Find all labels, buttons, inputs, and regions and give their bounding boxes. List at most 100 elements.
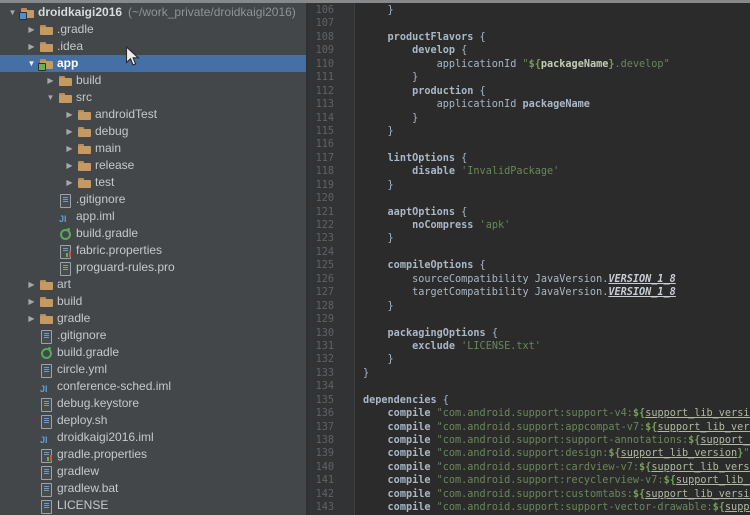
- code-line[interactable]: 116: [308, 138, 750, 151]
- tree-item-droidkaigi2016[interactable]: ▼droidkaigi2016(~/work_private/droidkaig…: [0, 4, 306, 21]
- code-editor[interactable]: 106 }107 108 productFlavors {109 develop…: [308, 3, 750, 515]
- code-text: applicationId packageName: [334, 98, 590, 111]
- code-line[interactable]: 132 }: [308, 353, 750, 366]
- code-text: noCompress 'apk': [334, 219, 510, 232]
- code-line[interactable]: 124: [308, 246, 750, 259]
- line-number: 122: [308, 219, 334, 232]
- line-number: 114: [308, 112, 334, 125]
- tree-item-gradlew-bat[interactable]: gradlew.bat: [0, 480, 306, 497]
- code-line[interactable]: 129: [308, 313, 750, 326]
- code-line[interactable]: 141 compile "com.android.support:recycle…: [308, 474, 750, 487]
- code-line[interactable]: 117 lintOptions {: [308, 152, 750, 165]
- chevron-right-icon[interactable]: ▶: [23, 276, 40, 293]
- tree-item-release[interactable]: ▶release: [0, 157, 306, 174]
- code-line[interactable]: 136 compile "com.android.support:support…: [308, 407, 750, 420]
- code-line[interactable]: 126 sourceCompatibility JavaVersion.VERS…: [308, 273, 750, 286]
- tree-item-label: .gitignore: [76, 191, 125, 208]
- code-line[interactable]: 134: [308, 380, 750, 393]
- code-text: compile "com.android.support:support-v4:…: [334, 407, 750, 420]
- file-icon: [40, 465, 53, 479]
- folder-icon: [40, 40, 53, 54]
- tree-item-gradle[interactable]: ▶gradle: [0, 310, 306, 327]
- code-line[interactable]: 111 }: [308, 71, 750, 84]
- code-line[interactable]: 112 production {: [308, 85, 750, 98]
- chevron-right-icon[interactable]: ▶: [23, 38, 40, 55]
- code-line[interactable]: 106 }: [308, 4, 750, 17]
- code-line[interactable]: 135dependencies {: [308, 394, 750, 407]
- code-line[interactable]: 139 compile "com.android.support:design:…: [308, 447, 750, 460]
- code-line[interactable]: 107: [308, 17, 750, 30]
- tree-item-label: deploy.sh: [57, 412, 107, 429]
- chevron-right-icon[interactable]: ▶: [23, 21, 40, 38]
- chevron-right-icon[interactable]: ▶: [61, 123, 78, 140]
- tree-item-art[interactable]: ▶art: [0, 276, 306, 293]
- code-line[interactable]: 131 exclude 'LICENSE.txt': [308, 340, 750, 353]
- code-line[interactable]: 108 productFlavors {: [308, 31, 750, 44]
- chevron-right-icon[interactable]: ▶: [42, 72, 59, 89]
- code-line[interactable]: 119 }: [308, 179, 750, 192]
- chevron-right-icon[interactable]: ▶: [61, 106, 78, 123]
- tree-item-gitignore[interactable]: .gitignore: [0, 327, 306, 344]
- tree-item-droidkaigi2016-iml[interactable]: JIdroidkaigi2016.iml: [0, 429, 306, 446]
- tree-item-app-iml[interactable]: JIapp.iml: [0, 208, 306, 225]
- line-number: 106: [308, 4, 334, 17]
- tree-item-build[interactable]: ▶build: [0, 293, 306, 310]
- code-line[interactable]: 121 aaptOptions {: [308, 206, 750, 219]
- tree-item-gradle[interactable]: ▶.gradle: [0, 21, 306, 38]
- tree-item-debug[interactable]: ▶debug: [0, 123, 306, 140]
- code-line[interactable]: 130 packagingOptions {: [308, 327, 750, 340]
- code-text: packagingOptions {: [334, 327, 498, 340]
- tree-item-fabric-properties[interactable]: fabric.properties: [0, 242, 306, 259]
- tree-item-build-gradle[interactable]: build.gradle: [0, 344, 306, 361]
- code-line[interactable]: 110 applicationId "${packageName}.develo…: [308, 58, 750, 71]
- code-line[interactable]: 125 compileOptions {: [308, 259, 750, 272]
- tree-item-src[interactable]: ▼src: [0, 89, 306, 106]
- code-line[interactable]: 142 compile "com.android.support:customt…: [308, 488, 750, 501]
- tree-item-label: app.iml: [76, 208, 115, 225]
- code-line[interactable]: 115 }: [308, 125, 750, 138]
- tree-item-proguard-rules-pro[interactable]: proguard-rules.pro: [0, 259, 306, 276]
- code-text: compile "com.android.support:design:${su…: [334, 447, 749, 460]
- line-number: 135: [308, 394, 334, 407]
- code-line[interactable]: 109 develop {: [308, 44, 750, 57]
- code-line[interactable]: 113 applicationId packageName: [308, 98, 750, 111]
- code-line[interactable]: 123 }: [308, 232, 750, 245]
- chevron-right-icon[interactable]: ▶: [23, 310, 40, 327]
- line-number: 138: [308, 434, 334, 447]
- chevron-right-icon[interactable]: ▶: [61, 157, 78, 174]
- code-line[interactable]: 137 compile "com.android.support:appcomp…: [308, 421, 750, 434]
- code-line[interactable]: 127 targetCompatibility JavaVersion.VERS…: [308, 286, 750, 299]
- tree-item-build-gradle[interactable]: build.gradle: [0, 225, 306, 242]
- code-line[interactable]: 138 compile "com.android.support:support…: [308, 434, 750, 447]
- chevron-down-icon[interactable]: ▼: [42, 89, 59, 106]
- chevron-right-icon[interactable]: ▶: [61, 140, 78, 157]
- code-line[interactable]: 114 }: [308, 112, 750, 125]
- tree-item-androidtest[interactable]: ▶ androidTest: [0, 106, 306, 123]
- tree-item-idea[interactable]: ▶.idea: [0, 38, 306, 55]
- tree-item-app[interactable]: ▼app: [0, 55, 306, 72]
- tree-item-debug-keystore[interactable]: debug.keystore: [0, 395, 306, 412]
- tree-item-license[interactable]: LICENSE: [0, 497, 306, 514]
- code-line[interactable]: 122 noCompress 'apk': [308, 219, 750, 232]
- folder-icon: [78, 176, 91, 190]
- chevron-right-icon[interactable]: ▶: [23, 293, 40, 310]
- tree-item-label: androidTest: [95, 106, 157, 123]
- code-line[interactable]: 140 compile "com.android.support:cardvie…: [308, 461, 750, 474]
- tree-item-build[interactable]: ▶build: [0, 72, 306, 89]
- code-line[interactable]: 128 }: [308, 300, 750, 313]
- code-line[interactable]: 120: [308, 192, 750, 205]
- tree-item-deploy-sh[interactable]: deploy.sh: [0, 412, 306, 429]
- tree-item-test[interactable]: ▶test: [0, 174, 306, 191]
- chevron-right-icon[interactable]: ▶: [61, 174, 78, 191]
- tree-item-gradle-properties[interactable]: gradle.properties: [0, 446, 306, 463]
- code-text: develop {: [334, 44, 467, 57]
- tree-item-circle-yml[interactable]: circle.yml: [0, 361, 306, 378]
- code-line[interactable]: 143 compile "com.android.support:support…: [308, 501, 750, 514]
- tree-item-main[interactable]: ▶main: [0, 140, 306, 157]
- code-line[interactable]: 133}: [308, 367, 750, 380]
- line-number: 118: [308, 165, 334, 178]
- tree-item-gradlew[interactable]: gradlew: [0, 463, 306, 480]
- tree-item-conference-sched-iml[interactable]: JIconference-sched.iml: [0, 378, 306, 395]
- tree-item-gitignore[interactable]: .gitignore: [0, 191, 306, 208]
- code-line[interactable]: 118 disable 'InvalidPackage': [308, 165, 750, 178]
